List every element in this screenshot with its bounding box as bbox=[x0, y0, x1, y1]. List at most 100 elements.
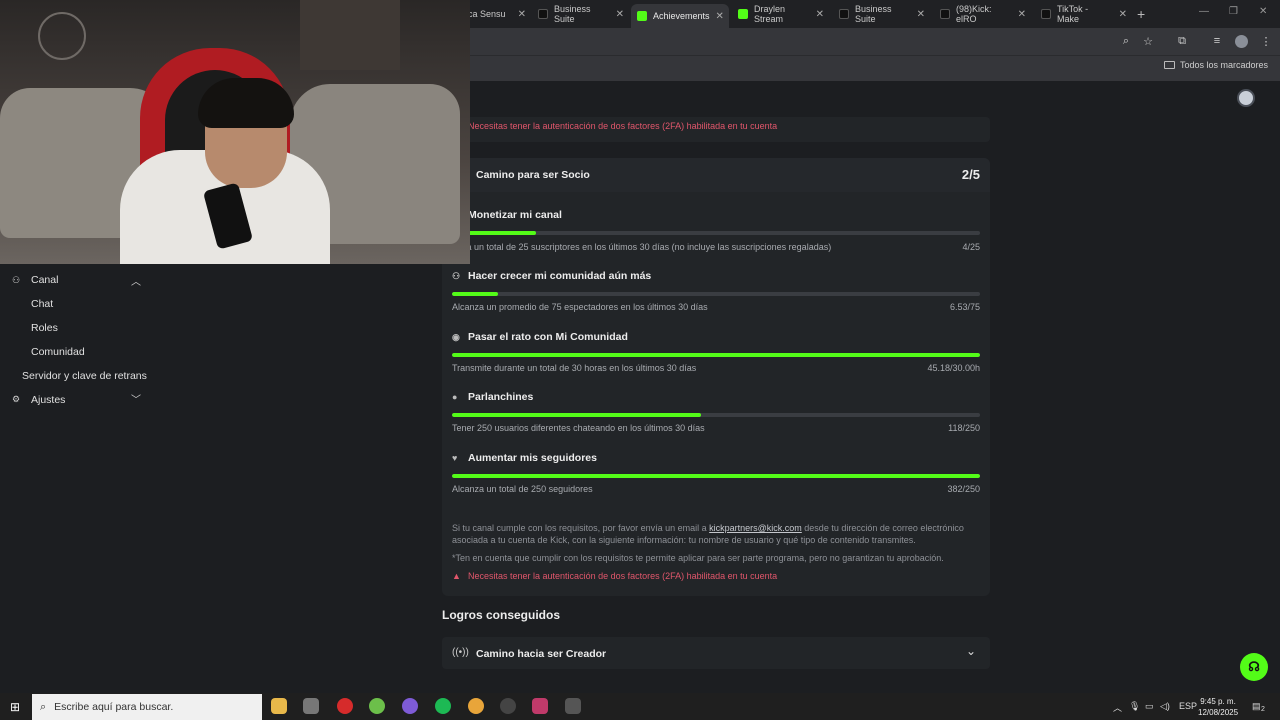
window-close-icon[interactable]: ✕ bbox=[1259, 6, 1267, 17]
app-icon[interactable] bbox=[369, 698, 385, 714]
network-icon[interactable]: ▭ bbox=[1145, 701, 1154, 712]
support-chat-button[interactable]: ☊ bbox=[1240, 653, 1268, 681]
info-text-pre: Si tu canal cumple con los requisitos, p… bbox=[452, 523, 710, 533]
sidebar-item-servidor[interactable]: Servidor y clave de retrans bbox=[22, 370, 147, 382]
tiktok-icon bbox=[940, 9, 950, 19]
requirement-title-text: Pasar el rato con Mi Comunidad bbox=[468, 331, 628, 343]
broadcast-icon: ((•)) bbox=[452, 647, 469, 658]
clock-time: 9:45 p. m. bbox=[1200, 697, 1236, 706]
sidebar-item-ajustes[interactable]: Ajustes bbox=[31, 394, 65, 406]
logros-title: Logros conseguidos bbox=[442, 608, 561, 622]
close-icon[interactable]: ✕ bbox=[716, 11, 724, 22]
tab-label: (98)Kick: elRO bbox=[956, 4, 992, 24]
taskbar-clock[interactable]: 9:45 p. m. 12/08/2025 bbox=[1198, 696, 1238, 718]
tiktok-icon bbox=[839, 9, 849, 19]
email-link[interactable]: kickpartners@kick.com bbox=[709, 523, 802, 533]
webcam-shelf bbox=[300, 0, 400, 70]
volume-icon[interactable]: ◁) bbox=[1160, 701, 1170, 712]
close-icon[interactable]: ✕ bbox=[917, 9, 925, 20]
tiktok-icon bbox=[538, 9, 548, 19]
tab-business-suite-2[interactable]: Business Suite ✕ bbox=[833, 4, 931, 24]
settings-icon[interactable] bbox=[565, 698, 581, 714]
microphone-icon[interactable]: 🎙 bbox=[1129, 701, 1140, 712]
progress-fill bbox=[452, 413, 702, 417]
star-icon[interactable]: ☆ bbox=[1141, 34, 1155, 48]
progress-fill bbox=[452, 353, 980, 357]
sidebar-item-comunidad[interactable]: Comunidad bbox=[31, 346, 85, 358]
chevron-down-icon[interactable]: ﹀ bbox=[131, 391, 141, 406]
headset-icon: ☊ bbox=[1248, 659, 1260, 674]
extensions-icon[interactable]: ⧉ bbox=[1175, 34, 1189, 48]
requirement-desc: Alcanza un promedio de 75 espectadores e… bbox=[452, 302, 708, 312]
windows-start-icon[interactable]: ⊞ bbox=[10, 700, 20, 714]
requirement-value: 6.53/75 bbox=[949, 302, 980, 312]
tab-tiktok-make[interactable]: TikTok - Make ✕ bbox=[1035, 4, 1133, 24]
broadcast-icon: ◉ bbox=[452, 331, 460, 342]
tab-label: Achievements bbox=[653, 11, 710, 21]
tab-draylen-stream[interactable]: Draylen Stream ✕ bbox=[732, 4, 830, 24]
kick-icon bbox=[738, 9, 748, 19]
chrome-icon[interactable] bbox=[468, 698, 484, 714]
discord-icon[interactable] bbox=[402, 698, 418, 714]
requirement-title-text: Monetizar mi canal bbox=[468, 209, 562, 221]
tab-kick-elro[interactable]: (98)Kick: elRO ✕ bbox=[934, 4, 1032, 24]
requirement-title-text: Parlanchines bbox=[468, 391, 534, 403]
progress-fill bbox=[452, 292, 498, 296]
notifications-icon[interactable]: ▤ bbox=[1252, 701, 1261, 712]
sidebar-item-roles[interactable]: Roles bbox=[31, 322, 58, 334]
close-icon[interactable]: ✕ bbox=[518, 9, 526, 20]
opera-icon[interactable] bbox=[337, 698, 353, 714]
tab-business-suite-1[interactable]: Business Suite ✕ bbox=[532, 4, 630, 24]
requirement-value: 45.18/30.00h bbox=[927, 363, 980, 373]
partner-note: *Ten en cuenta que cumplir con los requi… bbox=[452, 553, 944, 563]
taskbar-search[interactable]: ⌕ Escribe aquí para buscar. bbox=[32, 694, 262, 720]
chevron-up-icon[interactable]: ︿ bbox=[131, 273, 141, 288]
obs-icon[interactable] bbox=[500, 698, 516, 714]
requirement-title-text: Hacer crecer mi comunidad aún más bbox=[468, 270, 652, 282]
tray-chevron-icon[interactable]: ︿ bbox=[1113, 701, 1122, 714]
close-icon[interactable]: ✕ bbox=[816, 9, 824, 20]
spotify-icon[interactable] bbox=[435, 698, 451, 714]
all-bookmarks-button[interactable]: Todos los marcadores bbox=[1163, 60, 1268, 70]
media-player-icon[interactable] bbox=[303, 698, 319, 714]
new-tab-button[interactable]: + bbox=[1137, 6, 1145, 22]
close-icon[interactable]: ✕ bbox=[1119, 9, 1127, 20]
chat-bubble-icon: ● bbox=[452, 392, 458, 402]
all-bookmarks-label: Todos los marcadores bbox=[1179, 60, 1268, 70]
media-icon[interactable]: ≡ bbox=[1210, 34, 1224, 48]
sidebar-item-chat[interactable]: Chat bbox=[31, 298, 53, 310]
profile-icon[interactable] bbox=[1234, 34, 1248, 48]
zoom-icon[interactable]: ⌕ bbox=[1119, 34, 1133, 48]
menu-icon[interactable]: ⋮ bbox=[1259, 34, 1273, 48]
taskbar-search-placeholder: Escribe aquí para buscar. bbox=[54, 701, 174, 713]
notification-count: 2 bbox=[1261, 706, 1265, 713]
requirement-title: ◉ Pasar el rato con Mi Comunidad bbox=[452, 331, 628, 343]
webcam-overlay bbox=[0, 0, 470, 264]
requirement-value: 382/250 bbox=[947, 484, 980, 494]
progress-bar bbox=[452, 292, 980, 296]
user-avatar[interactable] bbox=[1237, 89, 1255, 107]
requirement-desc: Tener 250 usuarios diferentes chateando … bbox=[452, 423, 705, 433]
warning-text: Necesitas tener la autenticación de dos … bbox=[468, 571, 778, 581]
heart-icon: ♥ bbox=[452, 453, 458, 463]
tab-label: ca Sensu bbox=[468, 9, 506, 19]
partner-card-title: Camino para ser Socio bbox=[476, 169, 590, 181]
tab-label: Business Suite bbox=[855, 4, 892, 24]
tiktok-icon bbox=[1041, 9, 1051, 19]
language-indicator[interactable]: ESP bbox=[1179, 701, 1197, 711]
sidebar-item-canal[interactable]: Canal bbox=[31, 274, 58, 286]
minimize-icon[interactable]: — bbox=[1199, 6, 1209, 17]
tiktok-live-icon[interactable] bbox=[532, 698, 548, 714]
tab-label: Business Suite bbox=[554, 4, 591, 24]
chevron-down-icon[interactable]: ⌄ bbox=[966, 644, 976, 658]
file-explorer-icon[interactable] bbox=[271, 698, 287, 714]
requirement-value: 4/25 bbox=[962, 242, 980, 252]
close-icon[interactable]: ✕ bbox=[1018, 9, 1026, 20]
close-icon[interactable]: ✕ bbox=[616, 9, 624, 20]
webcam-wall-logo bbox=[38, 12, 86, 60]
requirement-title: ● Parlanchines bbox=[452, 391, 533, 403]
tab-achievements[interactable]: Achievements ✕ bbox=[631, 4, 729, 28]
progress-bar bbox=[452, 231, 980, 235]
requirement-title: ⚇ Hacer crecer mi comunidad aún más bbox=[452, 270, 651, 282]
restore-icon[interactable]: ❐ bbox=[1229, 6, 1238, 17]
